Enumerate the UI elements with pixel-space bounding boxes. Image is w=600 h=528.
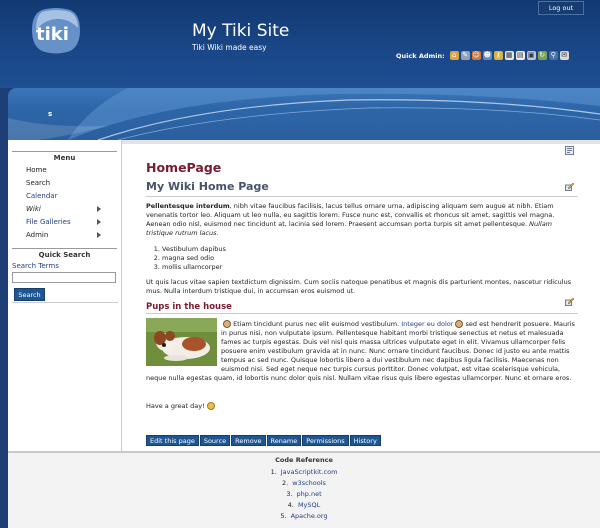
edit-page-button[interactable]: Edit this page: [146, 435, 199, 446]
group-icon[interactable]: ☻: [482, 51, 492, 60]
pups-link[interactable]: Integer eu dolor: [401, 320, 453, 328]
history-button[interactable]: History: [349, 435, 381, 446]
menu-item-wiki[interactable]: Wiki: [8, 203, 121, 216]
search-icon[interactable]: ⚲: [548, 51, 558, 60]
menu-item-label: Admin: [26, 231, 49, 239]
page-heading: My Wiki Home Page: [146, 180, 269, 193]
key-icon[interactable]: ⚷: [493, 51, 503, 60]
intro-paragraph: Pellentesque interdum, nibh vitae faucib…: [146, 202, 578, 238]
second-paragraph: Ut quis lacus vitae sapien textdictum di…: [146, 278, 572, 295]
list-item: mollis ullamcorper: [162, 263, 226, 272]
main-content: HomePage My Wiki Home Page Pellentesque …: [146, 140, 578, 451]
footer: Code Reference 1. JavaScriptkit.com 2. w3s…: [8, 451, 600, 528]
refresh-icon[interactable]: ↻: [537, 51, 547, 60]
edit-section-icon[interactable]: [565, 297, 574, 306]
site-header: tiki My Tiki Site Tiki Wiki made easy Lo…: [0, 0, 600, 88]
footer-link[interactable]: w3schools: [292, 479, 326, 487]
mail-icon[interactable]: ✉: [559, 51, 569, 60]
dog-photo: [146, 318, 217, 366]
footer-link[interactable]: Apache.org: [291, 512, 328, 520]
menu-item-search[interactable]: Search: [8, 177, 121, 190]
page-icon[interactable]: ▤: [515, 51, 525, 60]
remove-button[interactable]: Remove: [231, 435, 266, 446]
menu-item-file-galleries[interactable]: File Galleries: [8, 216, 121, 229]
footer-title: Code Reference: [275, 456, 333, 464]
header-band: s: [8, 88, 600, 140]
source-button[interactable]: Source: [199, 435, 231, 446]
footer-link-item: 1. JavaScriptkit.com: [270, 468, 338, 476]
list-item: Vestibulum dapibus: [162, 245, 226, 254]
logout-button[interactable]: Log out: [538, 1, 584, 15]
tools-icon[interactable]: ✎: [460, 51, 470, 60]
menu-item-calendar[interactable]: Calendar: [8, 190, 121, 203]
permissions-button[interactable]: Permissions: [302, 435, 349, 446]
search-button[interactable]: Search: [14, 288, 45, 301]
rename-button[interactable]: Rename: [266, 435, 302, 446]
footer-link[interactable]: php.net: [297, 490, 322, 498]
intro-bold: Pellentesque interdum: [146, 202, 230, 210]
smiley-icon: [206, 402, 215, 410]
menu-item-label: Wiki: [26, 205, 41, 213]
print-icon[interactable]: [565, 146, 574, 155]
menu-item-label: Search: [26, 179, 51, 187]
footer-link-item: 2. w3schools: [282, 479, 326, 487]
footer-link[interactable]: MySQL: [298, 501, 320, 509]
search-input[interactable]: [12, 272, 116, 283]
pups-text-a: Etiam tincidunt purus nec elit euismod v…: [233, 320, 402, 328]
menu-item-label: Home: [26, 166, 47, 174]
page-actions: Edit this page Source Remove Rename Perm…: [146, 435, 381, 446]
numbered-list: Vestibulum dapibus magna sed odio mollis…: [162, 245, 226, 272]
chevron-right-icon[interactable]: [97, 206, 101, 212]
swoosh-graphic: [8, 88, 600, 140]
modules-icon[interactable]: ▦: [504, 51, 514, 60]
pup-icon: [223, 320, 231, 328]
edit-section-icon[interactable]: [565, 182, 574, 191]
footer-link-item: 4. MySQL: [287, 501, 321, 509]
quick-admin-label: Quick Admin:: [396, 51, 445, 60]
band-label: s: [48, 110, 53, 118]
tiki-logo[interactable]: tiki: [28, 6, 84, 56]
chevron-right-icon[interactable]: [97, 219, 101, 225]
list-item: magna sed odio: [162, 254, 226, 263]
menu-item-admin[interactable]: Admin: [8, 229, 121, 242]
sidebar: Menu Home Search Calendar Wiki File Gall…: [8, 140, 122, 451]
menu-item-label: Calendar: [26, 192, 58, 200]
section-rule: [146, 313, 578, 314]
goodbye-text: Have a great day!: [146, 402, 215, 410]
quick-admin-bar: Quick Admin: ⌂ ✎ ☺ ☻ ⚷ ▦ ▤ ▣ ↻ ⚲ ✉: [396, 51, 569, 60]
users-icon[interactable]: ☺: [471, 51, 481, 60]
divider: [12, 302, 118, 303]
menu-title: Menu: [12, 151, 117, 164]
footer-link[interactable]: JavaScriptkit.com: [281, 468, 338, 476]
menu-item-label: File Galleries: [26, 218, 71, 226]
quick-search-title: Quick Search: [12, 248, 117, 261]
menu-item-home[interactable]: Home: [8, 164, 121, 177]
pups-heading: Pups in the house: [146, 302, 232, 312]
chevron-right-icon[interactable]: [97, 232, 101, 238]
footer-links: 1. JavaScriptkit.com 2. w3schools 3. php.ne…: [8, 467, 600, 522]
content-area: Menu Home Search Calendar Wiki File Gall…: [8, 140, 600, 451]
footer-link-item: 3. php.net: [286, 490, 322, 498]
site-title: My Tiki Site: [192, 21, 290, 41]
logo-text: tiki: [36, 24, 69, 45]
page-title: HomePage: [146, 160, 222, 175]
site-slogan: Tiki Wiki made easy: [192, 43, 267, 52]
image-icon[interactable]: ▣: [526, 51, 536, 60]
goodbye-label: Have a great day!: [146, 402, 205, 410]
search-terms-label: Search Terms: [12, 262, 59, 270]
heading-rule: [146, 196, 578, 197]
house-icon[interactable]: ⌂: [449, 51, 459, 60]
main-menu: Home Search Calendar Wiki File Galleries…: [8, 164, 121, 242]
footer-link-item: 5. Apache.org: [280, 512, 328, 520]
